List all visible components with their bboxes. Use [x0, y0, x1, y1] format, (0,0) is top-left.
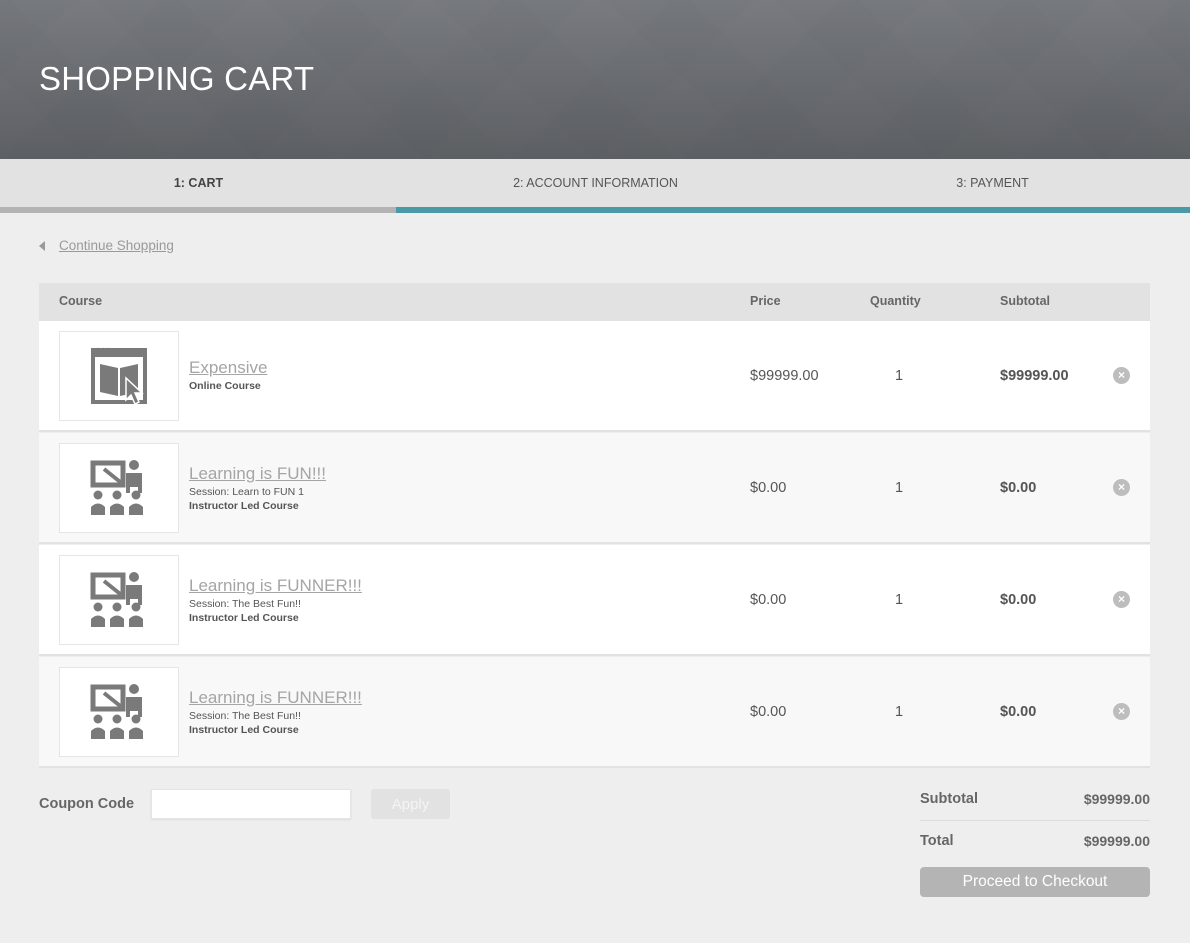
cart-row: Learning is FUN!!! Session: Learn to FUN… [39, 433, 1150, 544]
course-type: Online Course [189, 380, 261, 392]
instructor-led-icon [59, 555, 179, 645]
summary-total-value: $99999.00 [1083, 833, 1150, 849]
continue-shopping[interactable]: Continue Shopping [39, 238, 174, 253]
progress-complete-bar [0, 207, 396, 213]
header-price: Price [750, 294, 781, 308]
checkout-steps: 1: CART 2: ACCOUNT INFORMATION 3: PAYMEN… [0, 159, 1190, 213]
page-title: SHOPPING CART [39, 60, 315, 97]
course-session: Session: The Best Fun!! [189, 710, 301, 722]
header-course: Course [59, 294, 103, 308]
remove-item-icon[interactable]: × [1113, 479, 1130, 496]
apply-coupon-button[interactable]: Apply [371, 789, 450, 819]
online-course-icon [59, 331, 179, 421]
progress-remaining-bar [396, 207, 1190, 213]
summary-subtotal-label: Subtotal [920, 791, 978, 807]
course-type: Instructor Led Course [189, 500, 299, 512]
course-price: $99999.00 [750, 368, 819, 384]
step-account-information[interactable]: 2: ACCOUNT INFORMATION [397, 159, 794, 207]
step-cart[interactable]: 1: CART [0, 159, 397, 207]
course-title-link[interactable]: Expensive [189, 358, 267, 378]
summary-subtotal-value: $99999.00 [1083, 791, 1150, 807]
course-type: Instructor Led Course [189, 724, 299, 736]
caret-left-icon [39, 240, 45, 251]
course-quantity: 1 [895, 368, 904, 384]
summary-subtotal: Subtotal $99999.00 [920, 791, 1150, 821]
remove-item-icon[interactable]: × [1113, 367, 1130, 384]
course-type: Instructor Led Course [189, 612, 299, 624]
course-quantity: 1 [895, 480, 904, 496]
course-title-link[interactable]: Learning is FUN!!! [189, 464, 326, 484]
course-title-link[interactable]: Learning is FUNNER!!! [189, 688, 362, 708]
proceed-to-checkout-button[interactable]: Proceed to Checkout [920, 867, 1150, 897]
remove-item-icon[interactable]: × [1113, 591, 1130, 608]
coupon-label: Coupon Code [39, 796, 135, 812]
course-price: $0.00 [750, 592, 787, 608]
summary-total-label: Total [920, 833, 954, 849]
cart-row: Learning is FUNNER!!! Session: The Best … [39, 657, 1150, 768]
continue-shopping-link[interactable]: Continue Shopping [59, 238, 174, 253]
cart-table-header: Course Price Quantity Subtotal [39, 283, 1150, 321]
instructor-led-icon [59, 443, 179, 533]
course-session: Session: Learn to FUN 1 [189, 486, 304, 498]
course-title-link[interactable]: Learning is FUNNER!!! [189, 576, 362, 596]
instructor-led-icon [59, 667, 179, 757]
step-payment[interactable]: 3: PAYMENT [794, 159, 1190, 207]
course-subtotal: $0.00 [1000, 592, 1037, 608]
course-quantity: 1 [895, 704, 904, 720]
remove-item-icon[interactable]: × [1113, 703, 1130, 720]
course-price: $0.00 [750, 480, 787, 496]
header-subtotal: Subtotal [1000, 294, 1050, 308]
summary-total: Total $99999.00 [920, 833, 1150, 863]
course-subtotal: $0.00 [1000, 480, 1037, 496]
header-quantity: Quantity [870, 294, 921, 308]
course-subtotal: $99999.00 [1000, 368, 1069, 384]
course-subtotal: $0.00 [1000, 704, 1037, 720]
course-quantity: 1 [895, 592, 904, 608]
page-header: SHOPPING CART [0, 0, 1190, 159]
coupon-code-input[interactable] [151, 789, 351, 819]
course-price: $0.00 [750, 704, 787, 720]
cart-row: Expensive Online Course $99999.00 1 $999… [39, 321, 1150, 432]
cart-row: Learning is FUNNER!!! Session: The Best … [39, 545, 1150, 656]
course-session: Session: The Best Fun!! [189, 598, 301, 610]
